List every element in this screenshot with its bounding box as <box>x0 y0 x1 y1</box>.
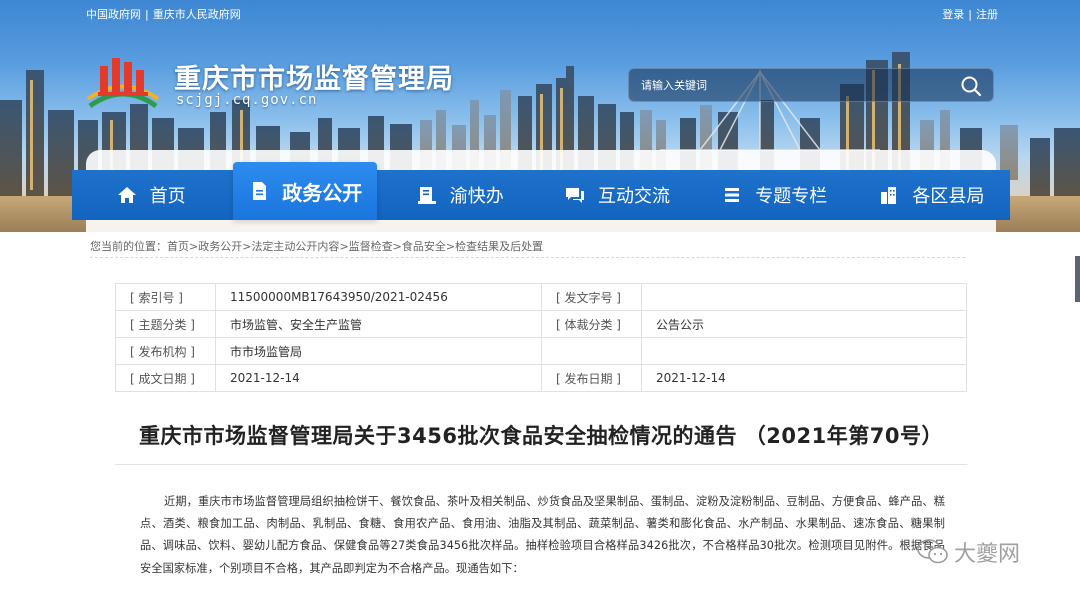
meta-label-publisher: [ 发布机构 ] <box>115 337 216 365</box>
register-link[interactable]: 注册 <box>976 8 998 21</box>
nav-item-interaction[interactable]: 互动交流 <box>538 170 695 220</box>
meta-label-topic: [ 主题分类 ] <box>115 310 216 338</box>
site-domain: scjgj.cq.gov.cn <box>176 92 318 108</box>
article-title: 重庆市市场监督管理局关于3456批次食品安全抽检情况的通告 （2021年第70号… <box>139 424 943 448</box>
watermark: 大夔网 <box>916 534 1020 570</box>
meta-value-publisher: 市市场监管局 <box>215 337 542 365</box>
meta-value-empty <box>641 337 967 365</box>
login-link[interactable]: 登录 <box>942 8 964 21</box>
wechat-icon <box>917 539 948 564</box>
nav-label: 首页 <box>149 186 186 207</box>
breadcrumb-item-statutory[interactable]: 法定主动公开内容 <box>251 240 339 253</box>
chat-icon <box>566 188 584 203</box>
nav-item-gov-affairs[interactable]: 政务公开 <box>233 162 378 220</box>
header-banner: 中国政府网 | 重庆市人民政府网 登录 | 注册 重庆市市场监督管理局 scjgj.cq… <box>0 0 1080 232</box>
breadcrumb-prefix: 您当前的位置： <box>90 240 167 253</box>
meta-value-doc-number <box>641 283 967 311</box>
nav-item-yukuaiban[interactable]: 渝快办 <box>381 170 538 220</box>
meta-value-written-date: 2021-12-14 <box>215 364 542 392</box>
nav-item-districts[interactable]: 各区县局 <box>853 170 1010 220</box>
table-row: [ 主题分类 ] 市场监管、安全生产监管 [ 体裁分类 ] 公告公示 <box>115 310 967 338</box>
page-side-handle[interactable] <box>1075 256 1080 302</box>
meta-value-topic: 市场监管、安全生产监管 <box>215 310 542 338</box>
breadcrumb-item-results[interactable]: 检查结果及后处置 <box>455 240 543 253</box>
link-separator: | <box>968 8 972 21</box>
meta-label-doc-number: [ 发文字号 ] <box>541 283 642 311</box>
table-row: [ 索引号 ] 11500000MB17643950/2021-02456 [ … <box>115 283 967 311</box>
nav-label: 渝快办 <box>449 186 504 207</box>
gov-link-chongqing[interactable]: 重庆市人民政府网 <box>153 8 241 21</box>
nav-label: 各区县局 <box>912 186 985 207</box>
breadcrumb-item-gov-affairs[interactable]: 政务公开 <box>198 240 242 253</box>
meta-value-index: 11500000MB17643950/2021-02456 <box>215 283 542 311</box>
meta-label-publish-date: [ 发布日期 ] <box>541 364 642 392</box>
title-divider <box>115 464 967 465</box>
breadcrumb-separator: > <box>392 240 402 253</box>
meta-label-index: [ 索引号 ] <box>115 283 216 311</box>
site-logo-icon[interactable] <box>86 52 160 112</box>
breadcrumb-separator: > <box>339 240 349 253</box>
breadcrumb-separator: > <box>445 240 456 253</box>
gov-link-national[interactable]: 中国政府网 <box>86 8 141 21</box>
service-icon <box>417 187 436 204</box>
breadcrumb-item-food-safety[interactable]: 食品安全 <box>402 240 446 253</box>
gov-links: 中国政府网 | 重庆市人民政府网 <box>86 6 241 22</box>
breadcrumb-item-home[interactable]: 首页 <box>167 240 189 253</box>
top-link-bar: 中国政府网 | 重庆市人民政府网 登录 | 注册 <box>0 0 1080 26</box>
nav-label: 政务公开 <box>282 180 363 205</box>
document-meta-table: [ 索引号 ] 11500000MB17643950/2021-02456 [ … <box>115 283 967 392</box>
document-icon <box>253 182 267 200</box>
nav-item-topics[interactable]: 专题专栏 <box>696 170 853 220</box>
breadcrumb-separator: > <box>189 240 199 253</box>
table-row: [ 成文日期 ] 2021-12-14 [ 发布日期 ] 2021-12-14 <box>115 364 967 392</box>
site-title[interactable]: 重庆市市场监督管理局 <box>174 57 454 96</box>
nav-item-home[interactable]: 首页 <box>72 170 229 220</box>
nav-label: 互动交流 <box>598 186 670 207</box>
main-nav: 首页 政务公开 渝快办 互动交流 专题专栏 各区县局 <box>72 162 1010 220</box>
account-links: 登录 | 注册 <box>942 6 998 22</box>
nav-label: 专题专栏 <box>755 186 828 207</box>
list-icon <box>725 188 740 202</box>
meta-value-genre: 公告公示 <box>641 310 967 338</box>
link-separator: | <box>145 8 149 21</box>
meta-label-written-date: [ 成文日期 ] <box>115 364 216 392</box>
breadcrumb: 您当前的位置：首页>政务公开>法定主动公开内容>监督检查>食品安全>检查结果及后… <box>90 238 965 258</box>
search-icon[interactable] <box>959 74 983 98</box>
meta-label-genre: [ 体裁分类 ] <box>541 310 642 338</box>
search-box <box>628 68 994 102</box>
building-icon <box>881 187 897 204</box>
search-input[interactable] <box>629 69 949 101</box>
meta-label-empty <box>541 337 642 365</box>
article-body: 近期，重庆市市场监督管理局组织抽检饼干、餐饮食品、茶叶及相关制品、炒货食品及坚果… <box>140 495 945 575</box>
home-icon <box>117 187 136 203</box>
table-row: [ 发布机构 ] 市市场监管局 <box>115 337 967 365</box>
meta-value-publish-date: 2021-12-14 <box>641 364 967 392</box>
watermark-text: 大夔网 <box>954 542 1021 567</box>
breadcrumb-item-supervision[interactable]: 监督检查 <box>349 240 393 253</box>
